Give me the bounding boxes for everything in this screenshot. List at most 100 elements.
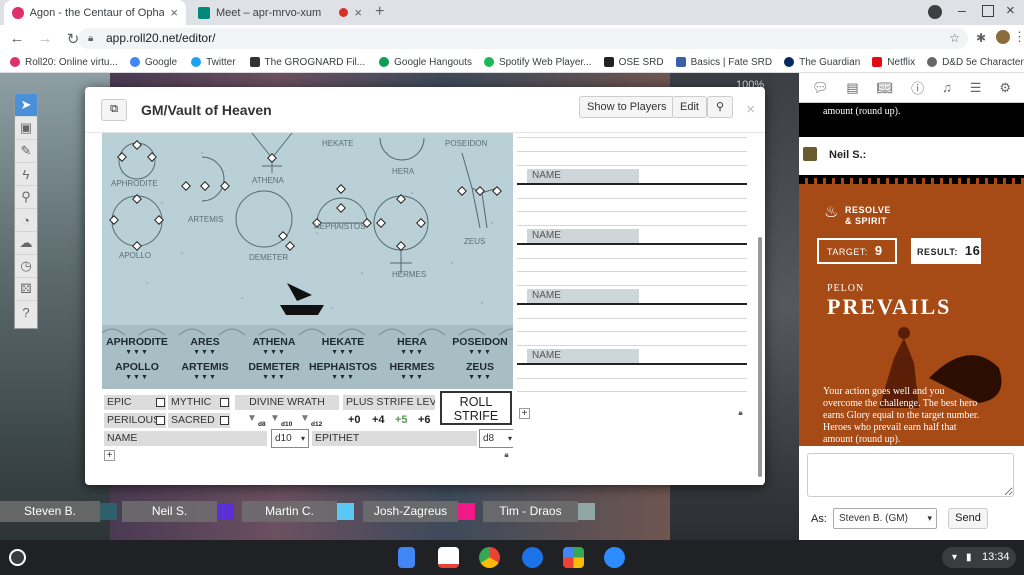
favor-markers[interactable]: ▼▼▼ <box>102 374 172 381</box>
name-field[interactable]: NAME <box>527 289 639 303</box>
tab-search-icon[interactable] <box>928 5 942 19</box>
epithet-die-select[interactable]: d8 ▾ <box>479 429 513 448</box>
ping-tool-icon[interactable]: ◔ <box>15 209 37 232</box>
show-to-players-button[interactable]: Show to Players <box>579 96 675 118</box>
status-tray[interactable]: ▾ ▮ 13:34 <box>942 547 1016 568</box>
forward-icon[interactable]: → <box>34 30 56 47</box>
favor-markers[interactable]: ▼▼▼ <box>308 349 378 356</box>
favor-markers[interactable]: ▼▼▼ <box>377 374 447 381</box>
bookmark-item[interactable]: Basics | Fate SRD <box>675 57 772 68</box>
profile-avatar[interactable] <box>996 30 1010 44</box>
strife-value[interactable]: +6 <box>418 414 431 426</box>
turn-order-icon[interactable]: ◷ <box>15 255 37 278</box>
docs-icon[interactable] <box>398 547 415 568</box>
edit-button[interactable]: Edit <box>672 96 707 118</box>
favor-markers[interactable]: ▼▼▼ <box>308 374 378 381</box>
player-neil[interactable]: Neil S. <box>122 501 234 522</box>
player-steven[interactable]: Steven B. <box>0 501 117 522</box>
new-tab-icon[interactable]: + <box>375 3 384 21</box>
favor-markers[interactable]: ▼▼▼ <box>170 349 240 356</box>
lock-icon[interactable]: 🔒︎ <box>502 450 511 460</box>
add-row-button[interactable]: + <box>104 450 115 461</box>
play-store-icon[interactable] <box>563 547 584 568</box>
art-library-tab-icon[interactable]: ▤ <box>846 80 858 96</box>
send-button[interactable]: Send <box>948 508 988 529</box>
favor-markers[interactable]: ▼▼▼ <box>102 349 172 356</box>
chrome-icon[interactable] <box>479 547 500 568</box>
lock-icon[interactable]: 🔒︎ <box>736 408 745 418</box>
strife-value[interactable]: +5 <box>395 414 408 426</box>
wrath-d12-toggle[interactable]: ▼ <box>300 413 310 424</box>
favor-markers[interactable]: ▼▼▼ <box>445 349 513 356</box>
extensions-icon[interactable]: ✱ <box>976 31 986 45</box>
favor-markers[interactable]: ▼▼▼ <box>445 374 513 381</box>
layers-tool-icon[interactable]: ▣ <box>15 117 37 140</box>
player-tim[interactable]: Tim - Draos <box>483 501 595 522</box>
close-window-icon[interactable]: × <box>1006 2 1015 19</box>
favor-markers[interactable]: ▼▼▼ <box>170 374 240 381</box>
bookmark-item[interactable]: Google Hangouts <box>379 57 472 68</box>
favor-markers[interactable]: ▼▼▼ <box>377 349 447 356</box>
zoom-tool-icon[interactable]: ⚲ <box>15 186 37 209</box>
search-icon[interactable]: ⚲ <box>707 96 733 118</box>
bookmark-item[interactable]: Twitter <box>191 57 236 68</box>
journal-tab-icon[interactable]: 📖︎ <box>877 80 894 96</box>
add-row-button[interactable]: + <box>519 408 530 419</box>
chat-input[interactable] <box>807 453 1014 497</box>
name-field[interactable]: NAME <box>527 169 639 183</box>
favor-markers[interactable]: ▼▼▼ <box>239 349 309 356</box>
wrath-d10-toggle[interactable]: ▼ <box>270 413 280 424</box>
bookmark-star-icon[interactable]: ☆ <box>949 28 960 49</box>
files-icon[interactable] <box>522 547 543 568</box>
scroll-thumb[interactable] <box>758 237 762 477</box>
tab-meet[interactable]: Meet – apr-mrvo-xum × <box>190 0 370 25</box>
player-martin[interactable]: Martin C. <box>242 501 354 522</box>
bookmark-item[interactable]: The Guardian <box>784 57 860 68</box>
select-tool-icon[interactable]: ➤ <box>15 94 37 117</box>
bookmark-item[interactable]: Spotify Web Player... <box>483 57 592 68</box>
strife-value[interactable]: +4 <box>372 414 385 426</box>
maximize-icon[interactable] <box>982 5 994 17</box>
address-bar[interactable]: 🔒︎ app.roll20.net/editor/ ☆ <box>78 28 968 49</box>
mythic-checkbox[interactable] <box>220 398 229 407</box>
perilous-checkbox[interactable] <box>156 416 165 425</box>
bookmark-item[interactable]: Google <box>129 57 177 68</box>
launcher-icon[interactable] <box>9 549 26 566</box>
minimize-icon[interactable]: – <box>958 2 966 18</box>
bookmark-item[interactable]: Netflix <box>872 57 915 68</box>
fog-tool-icon[interactable]: ☁ <box>15 232 37 255</box>
epic-checkbox[interactable] <box>156 398 165 407</box>
draw-tool-icon[interactable]: ✎ <box>15 140 37 163</box>
compendium-tab-icon[interactable]: ⓘ <box>911 78 924 97</box>
settings-tab-icon[interactable]: ⚙ <box>999 80 1011 96</box>
close-icon[interactable]: × <box>746 101 755 118</box>
back-icon[interactable]: ← <box>6 30 28 47</box>
zoom-app-icon[interactable] <box>604 547 625 568</box>
gmail-icon[interactable] <box>438 547 459 568</box>
dialog-scrollbar[interactable] <box>757 133 763 485</box>
help-icon[interactable]: ? <box>15 301 37 324</box>
bookmark-item[interactable]: The GROGNARD Fil... <box>249 57 365 68</box>
roll-strife-button[interactable]: ROLL STRIFE <box>440 391 512 425</box>
popout-icon[interactable]: ⧉ <box>101 98 127 121</box>
name-field[interactable]: NAME <box>527 349 639 363</box>
strife-value[interactable]: +0 <box>348 414 361 426</box>
collections-tab-icon[interactable]: ☰ <box>970 80 982 96</box>
bookmark-item[interactable]: OSE SRD <box>603 57 664 68</box>
jukebox-tab-icon[interactable]: ♫ <box>942 80 952 95</box>
dice-tool-icon[interactable]: ⚄ <box>15 278 37 301</box>
close-tab-icon[interactable]: × <box>170 5 178 20</box>
name-field[interactable]: NAME <box>527 229 639 243</box>
tab-agon[interactable]: Agon - the Centaur of Ophanos | × <box>4 0 186 25</box>
player-josh[interactable]: Josh-Zagreus <box>363 501 475 522</box>
name-die-select[interactable]: d10 ▾ <box>271 429 309 448</box>
sacred-checkbox[interactable] <box>220 416 229 425</box>
menu-icon[interactable]: ⋮ <box>1013 29 1024 45</box>
bookmark-item[interactable]: Roll20: Online virtu... <box>10 57 118 68</box>
speaking-as-select[interactable]: Steven B. (GM) ▾ <box>833 508 937 529</box>
close-tab-icon[interactable]: × <box>354 5 362 20</box>
wrath-d8-toggle[interactable]: ▼ <box>247 413 257 424</box>
fx-tool-icon[interactable]: ϟ <box>15 163 37 186</box>
favor-markers[interactable]: ▼▼▼ <box>239 374 309 381</box>
chat-tab-icon[interactable]: 💬︎ <box>812 80 829 96</box>
